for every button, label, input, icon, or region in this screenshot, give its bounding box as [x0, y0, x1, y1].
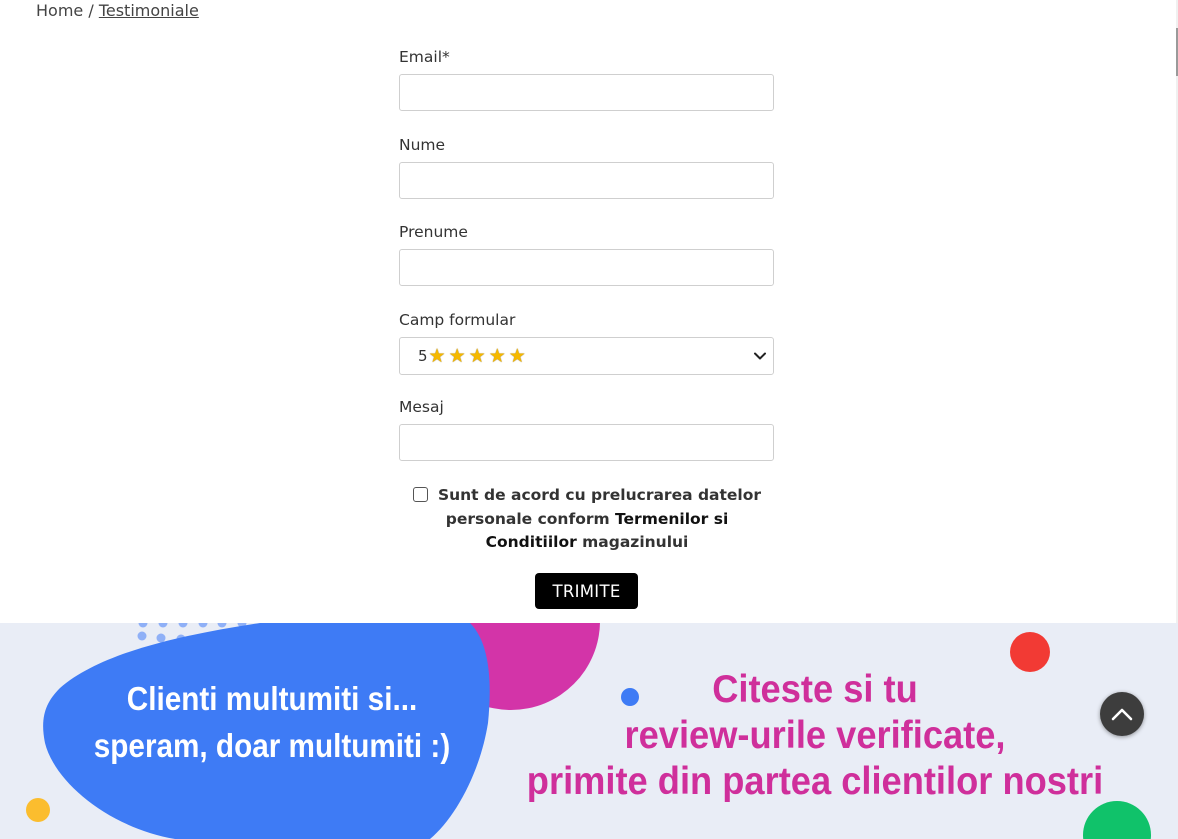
rating-number: 5 [418, 347, 428, 365]
rating-group: Camp formular 5 ★ ★ ★ ★ ★ [399, 309, 774, 375]
email-group: Email* [399, 46, 774, 111]
consent-checkbox[interactable] [412, 487, 428, 502]
mesaj-group: Mesaj [399, 396, 774, 461]
arrow-up-icon [1111, 708, 1133, 721]
breadcrumb-current[interactable]: Testimoniale [99, 1, 199, 20]
consent-block: Sunt de acord cu prelucrarea datelor per… [400, 484, 774, 555]
prenume-group: Prenume [399, 221, 774, 286]
mesaj-field[interactable] [399, 424, 774, 461]
rating-stars: ★ ★ ★ ★ ★ [428, 344, 529, 367]
rating-label: Camp formular [399, 311, 516, 329]
breadcrumb-separator: / [83, 1, 99, 20]
prenume-field[interactable] [399, 249, 774, 286]
banner-headline-right: Citeste si tu review-urile verificate, p… [480, 667, 1150, 805]
banner-left-line-1: Clienti multumiti si... [126, 680, 418, 717]
star-icon: ★ [508, 344, 526, 367]
nume-group: Nume [399, 134, 774, 199]
banner-headline-left: Clienti multumiti si... speram, doar mul… [83, 675, 461, 769]
star-icon: ★ [488, 344, 506, 367]
breadcrumb: Home / Testimoniale [36, 1, 199, 20]
testimonials-banner: Clienti multumiti si... speram, doar mul… [0, 623, 1178, 839]
consent-suffix: magazinului [576, 533, 689, 551]
rating-select-value: 5 ★ ★ ★ ★ ★ [418, 344, 529, 367]
mesaj-label: Mesaj [399, 398, 444, 416]
star-icon: ★ [428, 344, 446, 367]
email-label: Email* [399, 48, 450, 66]
star-icon: ★ [468, 344, 486, 367]
rating-select[interactable]: 5 ★ ★ ★ ★ ★ [399, 337, 774, 375]
banner-right-line-2: review-urile verificate, [624, 714, 1006, 757]
banner-right-line-1: Citeste si tu [712, 668, 918, 711]
chevron-down-icon [754, 352, 766, 360]
banner-right-line-3: primite din partea clientilor nostri [526, 760, 1104, 803]
breadcrumb-home[interactable]: Home [36, 1, 83, 20]
star-icon: ★ [448, 344, 466, 367]
nume-label: Nume [399, 136, 446, 154]
prenume-label: Prenume [399, 223, 468, 241]
nume-field[interactable] [399, 162, 774, 199]
back-to-top-button[interactable] [1100, 692, 1144, 736]
email-field[interactable] [399, 74, 774, 111]
banner-left-line-2: speram, doar multumiti :) [93, 727, 451, 764]
submit-button[interactable]: TRIMITE [535, 573, 638, 609]
